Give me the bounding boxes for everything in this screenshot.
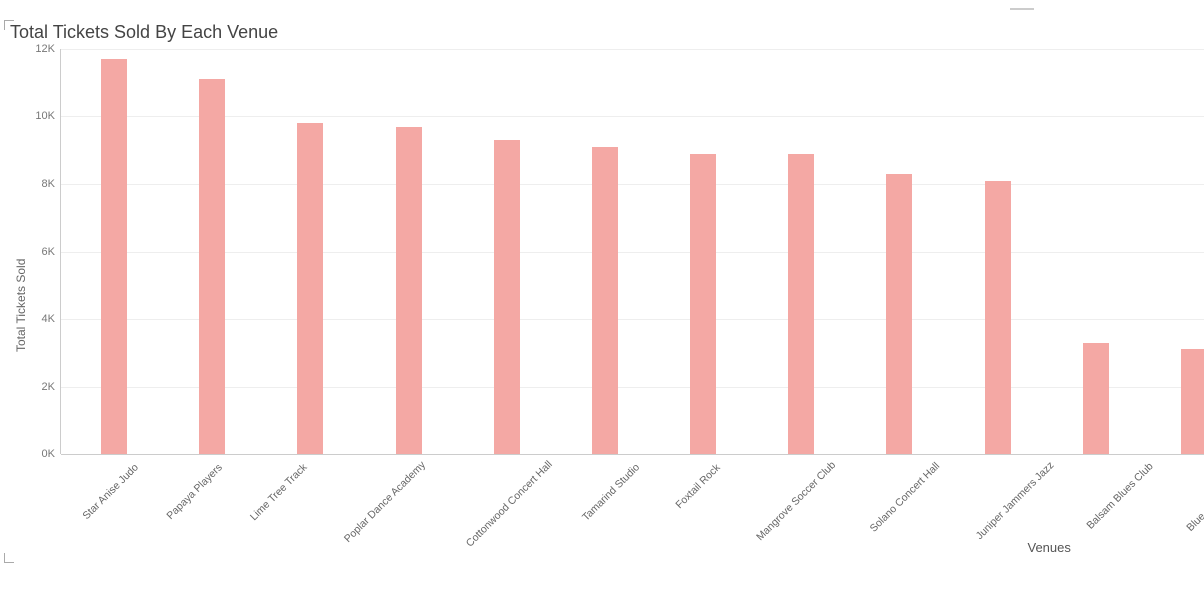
plot-area: 0K2K4K6K8K10K12K — [60, 49, 1204, 454]
bar[interactable] — [690, 154, 716, 454]
y-tick: 0K — [42, 448, 55, 460]
resize-handle[interactable] — [4, 20, 14, 30]
bar[interactable] — [788, 154, 814, 454]
x-tick: Cottonwood Concert Hall — [464, 451, 610, 597]
bar[interactable] — [494, 140, 520, 454]
y-tick: 6K — [42, 246, 55, 258]
bar[interactable] — [396, 127, 422, 454]
y-axis-label: Total Tickets Sold — [12, 49, 30, 561]
bar[interactable] — [297, 123, 323, 454]
x-axis-ticks: Star Anise JudoPapaya PlayersLime Tree T… — [60, 454, 1204, 538]
x-tick: Solano Concert Hall — [867, 453, 997, 583]
bar[interactable] — [985, 181, 1011, 454]
bar[interactable] — [886, 174, 912, 454]
bar[interactable] — [199, 79, 225, 454]
x-tick: Poplar Dance Academy — [342, 452, 483, 593]
y-tick: 2K — [42, 381, 55, 393]
visual-header: ··· — [6, 4, 1204, 20]
bar[interactable] — [1083, 343, 1109, 454]
y-tick: 8K — [42, 178, 55, 190]
y-tick: 4K — [42, 313, 55, 325]
bar[interactable] — [1181, 349, 1204, 454]
y-tick: 10K — [35, 110, 55, 122]
y-tick: 12K — [35, 43, 55, 55]
bar[interactable] — [592, 147, 618, 454]
bar[interactable] — [101, 59, 127, 454]
chart-visual[interactable]: ··· Total Tickets Sold By Each Venue Tot… — [0, 0, 1204, 567]
chart-title: Total Tickets Sold By Each Venue — [6, 20, 1204, 49]
